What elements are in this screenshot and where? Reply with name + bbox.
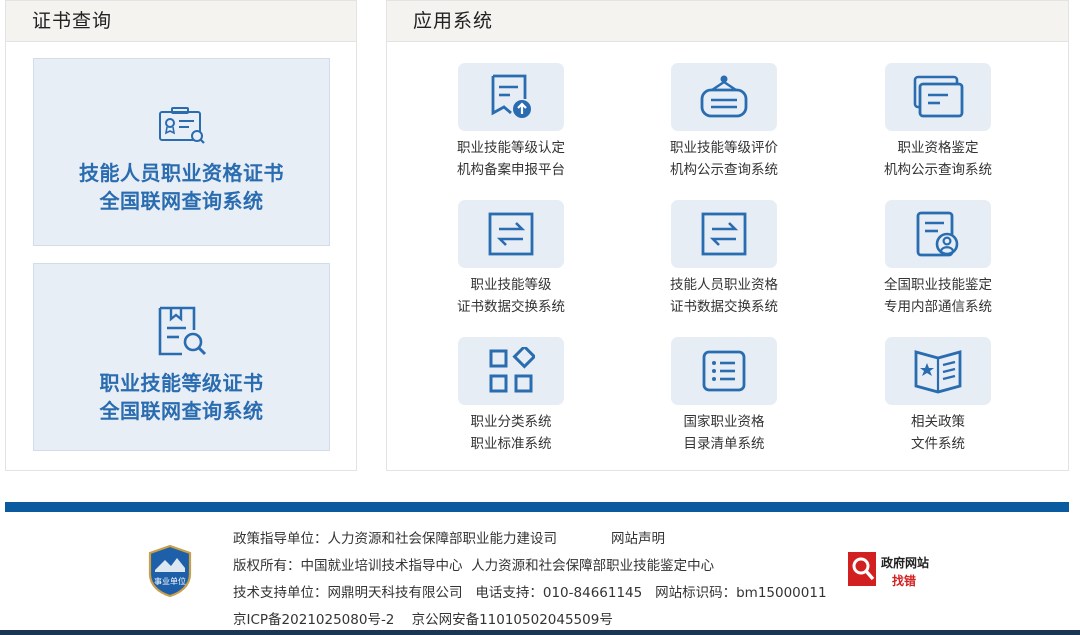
app-label-line2: 机构公示查询系统 <box>884 162 992 178</box>
panel-title: 证书查询 <box>6 1 356 42</box>
badge-text: 事业单位 <box>154 576 186 586</box>
policy-book-icon <box>914 350 962 394</box>
certificate-query-panel: 证书查询 技能人员职业资格证书 全国联网查询系统 职业技能等级证书 全国联网查询… <box>5 0 357 471</box>
copyright-unit-1: 中国就业培训技术指导中心 <box>300 558 463 574</box>
footer-divider-bar <box>5 502 1069 512</box>
app-qualification-certificate-exchange[interactable]: 技能人员职业资格 证书数据交换系统 <box>654 200 794 318</box>
app-label-line1: 职业技能等级 <box>470 277 552 293</box>
policy-label: 政策指导单位： <box>233 531 328 547</box>
icp-link[interactable]: 京ICP备2021025080号-2 <box>233 612 394 628</box>
exchange-arrows-icon <box>488 212 534 256</box>
app-label-line1: 职业资格鉴定 <box>897 140 979 156</box>
card-title-line2: 全国联网查询系统 <box>99 189 264 213</box>
card-title-line2: 全国联网查询系统 <box>99 399 264 423</box>
site-id-label: 网站标识码： <box>655 585 737 601</box>
site-id: bm15000011 <box>736 585 827 601</box>
app-label-line1: 职业技能等级评价 <box>670 140 778 156</box>
app-label-line1: 相关政策 <box>911 414 965 430</box>
app-label-line1: 职业技能等级认定 <box>457 140 565 156</box>
magnifier-logo-icon <box>848 552 876 586</box>
app-tile <box>671 337 777 405</box>
app-tile <box>885 63 991 131</box>
tech-label: 技术支持单位： <box>233 585 328 601</box>
app-tile <box>671 200 777 268</box>
policy-unit: 人力资源和社会保障部职业能力建设司 <box>327 531 558 547</box>
notice-board-icon <box>700 75 748 118</box>
skill-qualification-certificate-query-card[interactable]: 技能人员职业资格证书 全国联网查询系统 <box>33 58 330 246</box>
app-tile <box>458 337 564 405</box>
copyright-label: 版权所有： <box>233 558 301 574</box>
copyright-unit-2: 人力资源和社会保障部职业技能鉴定中心 <box>471 558 715 574</box>
app-national-qualification-catalog[interactable]: 国家职业资格 目录清单系统 <box>654 337 794 455</box>
skill-level-certificate-query-card[interactable]: 职业技能等级证书 全国联网查询系统 <box>33 263 330 451</box>
footer-policy-line: 政策指导单位：人力资源和社会保障部职业能力建设司 <box>233 527 557 547</box>
app-tile <box>885 337 991 405</box>
phone-label: 电话支持： <box>475 585 543 601</box>
app-tile <box>458 200 564 268</box>
public-institution-badge-icon: 事业单位 <box>148 544 192 598</box>
app-label-line2: 目录清单系统 <box>683 436 765 452</box>
app-label-line2: 文件系统 <box>911 436 965 452</box>
app-label-line2: 证书数据交换系统 <box>457 299 565 315</box>
user-document-icon <box>916 211 959 257</box>
app-skill-level-certificate-exchange[interactable]: 职业技能等级 证书数据交换系统 <box>441 200 581 318</box>
site-statement-link[interactable]: 网站声明 <box>611 527 665 547</box>
app-label-line2: 机构备案申报平台 <box>457 162 565 178</box>
app-label-line1: 全国职业技能鉴定 <box>884 277 992 293</box>
card-title-line1: 职业技能等级证书 <box>99 371 264 395</box>
card-title-line1: 技能人员职业资格证书 <box>79 161 284 185</box>
stacked-documents-icon <box>913 75 964 118</box>
app-label-line1: 国家职业资格 <box>683 414 765 430</box>
app-internal-communication-system[interactable]: 全国职业技能鉴定 专用内部通信系统 <box>868 200 1008 318</box>
page-bottom-strip <box>0 630 1080 635</box>
app-qualification-appraisal-publicity[interactable]: 职业资格鉴定 机构公示查询系统 <box>868 63 1008 181</box>
police-registration-link[interactable]: 京公网安备11010502045509号 <box>412 612 613 628</box>
document-search-icon <box>158 306 206 356</box>
app-label-line2: 职业标准系统 <box>470 436 552 452</box>
app-related-policy-documents[interactable]: 相关政策 文件系统 <box>868 337 1008 455</box>
app-tile <box>671 63 777 131</box>
tech-unit: 网鼎明天科技有限公司 <box>327 585 463 601</box>
footer-tech-line: 技术支持单位：网鼎明天科技有限公司 电话支持：010-84661145 网站标识… <box>233 581 827 601</box>
certificate-search-icon <box>158 107 205 144</box>
app-label-line1: 职业分类系统 <box>470 414 552 430</box>
app-occupation-classification-standard[interactable]: 职业分类系统 职业标准系统 <box>441 337 581 455</box>
gov-site-label: 政府网站 <box>881 556 930 570</box>
app-skill-level-recognition-filing[interactable]: 职业技能等级认定 机构备案申报平台 <box>441 63 581 181</box>
app-label-line2: 证书数据交换系统 <box>670 299 778 315</box>
app-skill-level-evaluation-publicity[interactable]: 职业技能等级评价 机构公示查询系统 <box>654 63 794 181</box>
list-icon <box>702 350 746 392</box>
footer-copyright-line: 版权所有：中国就业培训技术指导中心 人力资源和社会保障部职业技能鉴定中心 <box>233 554 714 574</box>
footer-registration-line: 京ICP备2021025080号-2 京公网安备11010502045509号 <box>233 608 613 628</box>
find-error-label: 找错 <box>892 574 917 588</box>
phone-number: 010-84661145 <box>542 585 643 601</box>
app-label-line1: 技能人员职业资格 <box>670 277 778 293</box>
category-grid-icon <box>489 347 535 393</box>
panel-title: 应用系统 <box>387 1 1068 42</box>
exchange-arrows-icon <box>701 212 747 256</box>
app-label-line2: 机构公示查询系统 <box>670 162 778 178</box>
document-upload-icon <box>491 74 531 118</box>
app-tile <box>885 200 991 268</box>
app-tile <box>458 63 564 131</box>
app-label-line2: 专用内部通信系统 <box>884 299 992 315</box>
gov-site-error-report-button[interactable]: 政府网站 找错 <box>848 550 944 590</box>
application-systems-panel: 应用系统 职业技能等级认定 机构备案申报平台 职业技能等级评价 机构公示查询系统… <box>386 0 1069 471</box>
